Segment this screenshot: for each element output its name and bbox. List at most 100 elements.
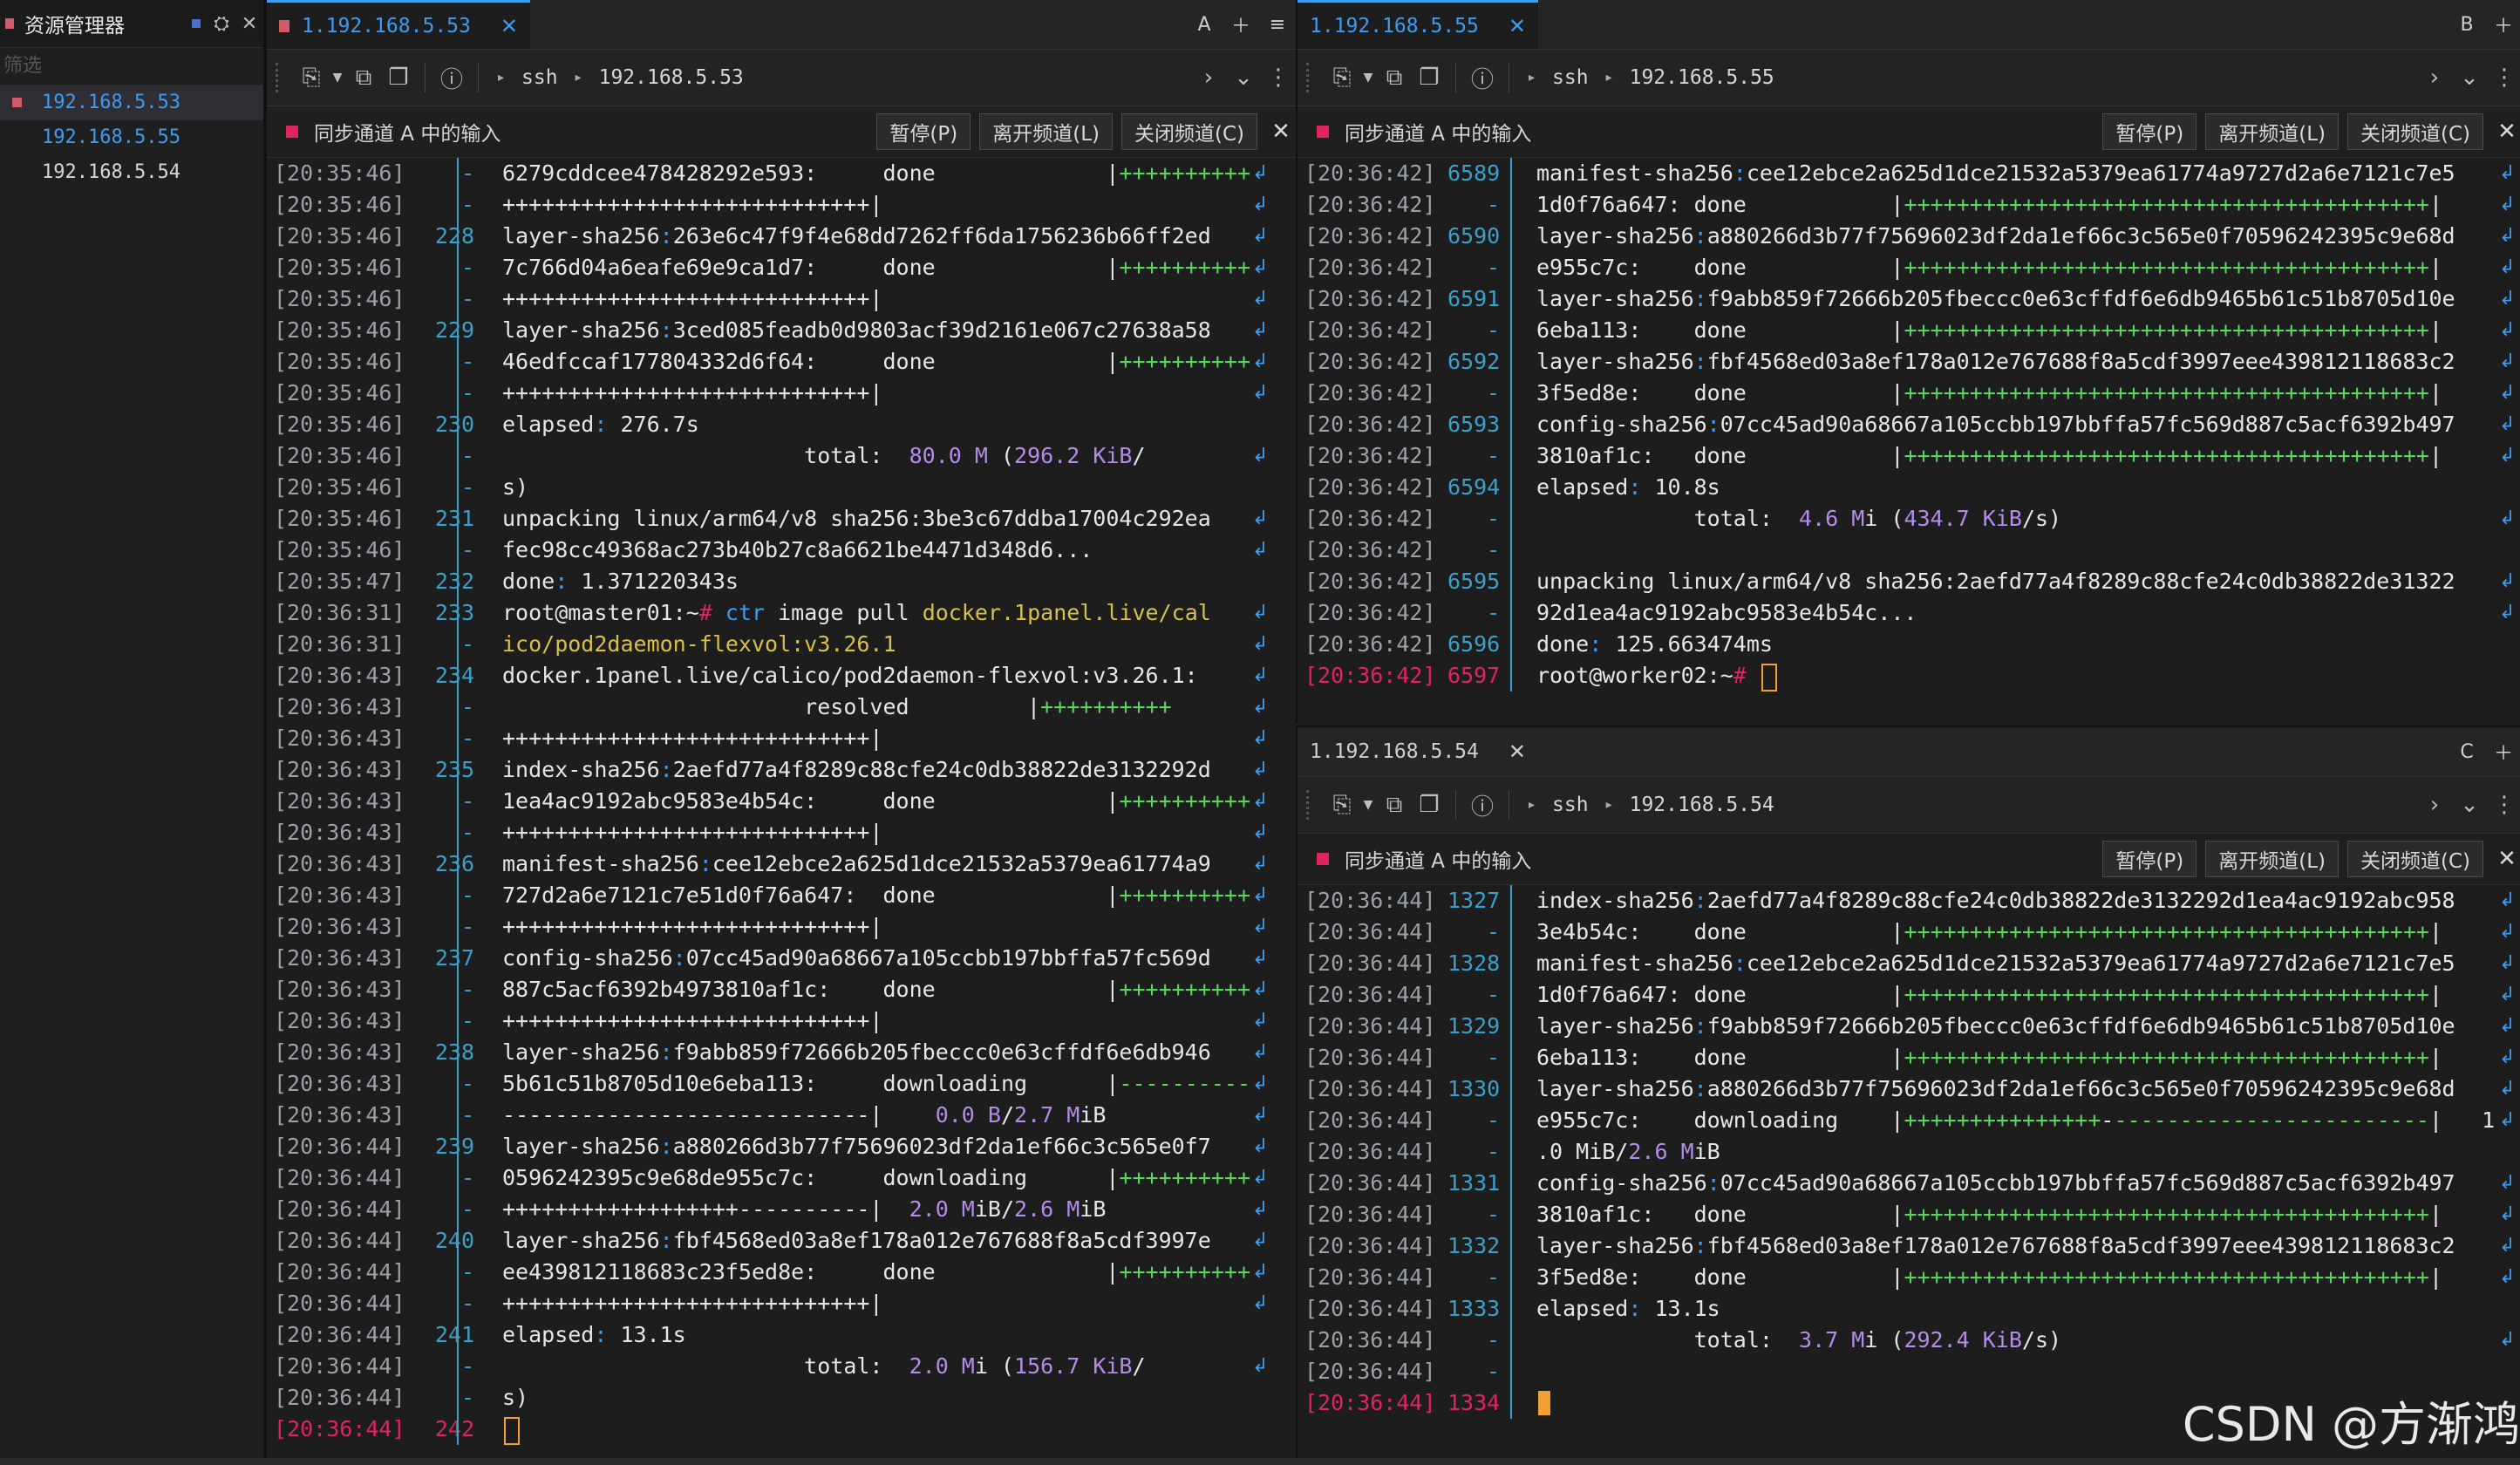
- session-item-53[interactable]: 192.168.5.53: [0, 85, 263, 120]
- explorer-square-icon[interactable]: [192, 19, 201, 28]
- sync-channel-bar: 同步通道 A 中的输入 暂停(P) 离开频道(L) 关闭频道(C) ✕: [267, 106, 1296, 158]
- new-session-icon[interactable]: ⎘: [1325, 792, 1359, 819]
- terminal-cursor[interactable]: [1538, 1391, 1550, 1415]
- dropdown-icon[interactable]: ▼: [329, 71, 346, 85]
- chevron-down-icon[interactable]: ⌄: [2452, 792, 2487, 818]
- line-timestamp: [20:36:44]: [1304, 1390, 1436, 1415]
- chevron-right-icon[interactable]: ›: [1191, 65, 1226, 91]
- copy-icon[interactable]: ❐: [1412, 792, 1447, 818]
- line-number: 240: [434, 1228, 474, 1253]
- close-channel-button[interactable]: 关闭频道(C): [2346, 841, 2483, 877]
- toolbar-grip[interactable]: [1306, 63, 1318, 92]
- close-channel-button[interactable]: 关闭频道(C): [2346, 113, 2483, 150]
- copy-icon[interactable]: ❐: [1412, 65, 1447, 91]
- wrap-indicator-icon: ↲: [2499, 256, 2516, 278]
- line-text: layer-sha256:f9abb859f72666b205fbeccc0e6…: [1536, 1013, 2455, 1039]
- add-tab-icon[interactable]: ＋: [1223, 10, 1259, 38]
- close-channel-button[interactable]: 关闭频道(C): [1120, 113, 1257, 150]
- host-label[interactable]: 192.168.5.54: [1630, 794, 1774, 816]
- more-icon[interactable]: ⋮: [2487, 65, 2520, 91]
- leave-channel-button[interactable]: 离开频道(L): [979, 113, 1113, 150]
- tab-close-icon[interactable]: ✕: [1509, 14, 1526, 38]
- pause-button[interactable]: 暂停(P): [876, 113, 971, 150]
- terminal-line: [20:36:44] 240 layer-sha256:fbf4568ed03a8e…: [267, 1225, 1296, 1257]
- terminal-tab[interactable]: 1.192.168.5.54 ✕: [1297, 727, 1538, 776]
- add-tab-icon[interactable]: ＋: [2485, 738, 2520, 766]
- close-sync-icon[interactable]: ✕: [2492, 119, 2520, 145]
- tab-close-icon[interactable]: ✕: [501, 14, 518, 38]
- line-timestamp: [20:36:43]: [274, 851, 405, 876]
- new-session-icon[interactable]: ⎘: [1325, 65, 1359, 92]
- terminal-output[interactable]: [20:36:44] 1327 index-sha256:2aefd77a4f828…: [1297, 885, 2520, 1419]
- wrap-indicator-icon: ↲: [1252, 1010, 1269, 1032]
- chevron-down-icon[interactable]: ⌄: [2452, 65, 2487, 91]
- host-label[interactable]: 192.168.5.55: [1630, 66, 1774, 89]
- leave-channel-button[interactable]: 离开频道(L): [2205, 113, 2339, 150]
- dropdown-icon[interactable]: ▼: [1359, 798, 1377, 812]
- settings-gear-icon[interactable]: ⛭: [208, 13, 235, 35]
- info-icon[interactable]: ⓘ: [1465, 789, 1500, 821]
- protocol-label[interactable]: ssh: [1552, 66, 1589, 89]
- wrap-indicator-icon: ↲: [1252, 633, 1269, 655]
- more-icon[interactable]: ⋮: [1261, 65, 1296, 91]
- line-number: 234: [434, 663, 474, 688]
- terminal-line: [20:35:46] 228 layer-sha256:263e6c47f9f4e6…: [267, 221, 1296, 252]
- line-gutter: [457, 158, 459, 189]
- new-session-icon[interactable]: ⎘: [294, 65, 329, 92]
- protocol-label[interactable]: ssh: [521, 66, 558, 89]
- info-icon[interactable]: ⓘ: [434, 62, 469, 94]
- tab-close-icon[interactable]: ✕: [1509, 739, 1526, 764]
- chevron-right-icon[interactable]: ›: [2417, 792, 2452, 818]
- line-gutter: [457, 660, 459, 692]
- info-icon[interactable]: ⓘ: [1465, 62, 1500, 94]
- duplicate-icon[interactable]: ⧉: [1377, 65, 1412, 92]
- line-number: 236: [434, 851, 474, 876]
- close-sync-icon[interactable]: ✕: [2492, 846, 2520, 872]
- pause-button[interactable]: 暂停(P): [2102, 841, 2197, 877]
- line-number: -: [460, 914, 474, 939]
- terminal-cursor[interactable]: [1761, 664, 1777, 692]
- copy-icon[interactable]: ❐: [381, 65, 416, 91]
- line-timestamp: [20:36:42]: [1304, 537, 1436, 562]
- line-timestamp: [20:36:42]: [1304, 663, 1436, 688]
- line-timestamp: [20:36:44]: [274, 1134, 405, 1159]
- terminal-line: [20:36:43] 238 layer-sha256:f9abb859f72666…: [267, 1037, 1296, 1068]
- line-timestamp: [20:36:42]: [1304, 286, 1436, 311]
- terminal-cursor[interactable]: [504, 1417, 520, 1445]
- terminal-tab[interactable]: 1.192.168.5.55 ✕: [1297, 0, 1538, 49]
- protocol-label[interactable]: ssh: [1552, 794, 1589, 816]
- line-text: ++++++++++++++++++++++++++++|: [502, 1008, 883, 1033]
- chevron-down-icon[interactable]: ⌄: [1226, 65, 1261, 91]
- explorer-marker-icon: [5, 18, 14, 29]
- session-item-54[interactable]: 192.168.5.54: [0, 155, 263, 190]
- dropdown-icon[interactable]: ▼: [1359, 71, 1377, 85]
- close-icon[interactable]: ✕: [235, 13, 263, 35]
- chevron-right-icon[interactable]: ›: [2417, 65, 2452, 91]
- host-label[interactable]: 192.168.5.53: [599, 66, 744, 89]
- line-number: -: [1486, 192, 1500, 217]
- menu-icon[interactable]: ≡: [1259, 14, 1296, 36]
- line-gutter: [457, 189, 459, 221]
- line-timestamp: [20:36:42]: [1304, 569, 1436, 594]
- terminal-tab[interactable]: 1.192.168.5.53 ✕: [267, 0, 530, 49]
- close-sync-icon[interactable]: ✕: [1266, 119, 1296, 145]
- line-number: 235: [434, 757, 474, 782]
- toolbar-grip[interactable]: [1306, 790, 1318, 820]
- more-icon[interactable]: ⋮: [2487, 792, 2520, 818]
- toolbar-grip[interactable]: [276, 63, 287, 92]
- pause-button[interactable]: 暂停(P): [2102, 113, 2197, 150]
- line-timestamp: [20:36:42]: [1304, 317, 1436, 343]
- line-text: ++++++++++++++++++++++++++++|: [502, 914, 883, 939]
- add-tab-icon[interactable]: ＋: [2485, 10, 2520, 38]
- duplicate-icon[interactable]: ⧉: [1377, 792, 1412, 819]
- terminal-line: [20:35:46] - 46edfccaf177804332d6f64: done…: [267, 346, 1296, 378]
- terminal-output[interactable]: [20:36:42] 6589 manifest-sha256:cee12ebce2…: [1297, 158, 2520, 692]
- filter-input[interactable]: 筛选: [0, 48, 263, 85]
- leave-channel-button[interactable]: 离开频道(L): [2205, 841, 2339, 877]
- duplicate-icon[interactable]: ⧉: [346, 65, 381, 92]
- session-item-55[interactable]: 192.168.5.55: [0, 120, 263, 155]
- line-timestamp: [20:36:42]: [1304, 380, 1436, 405]
- line-timestamp: [20:36:44]: [274, 1259, 405, 1284]
- terminal-output[interactable]: [20:35:46] - 6279cddcee478428292e593: done…: [267, 158, 1296, 1445]
- line-number: -: [1486, 1045, 1500, 1070]
